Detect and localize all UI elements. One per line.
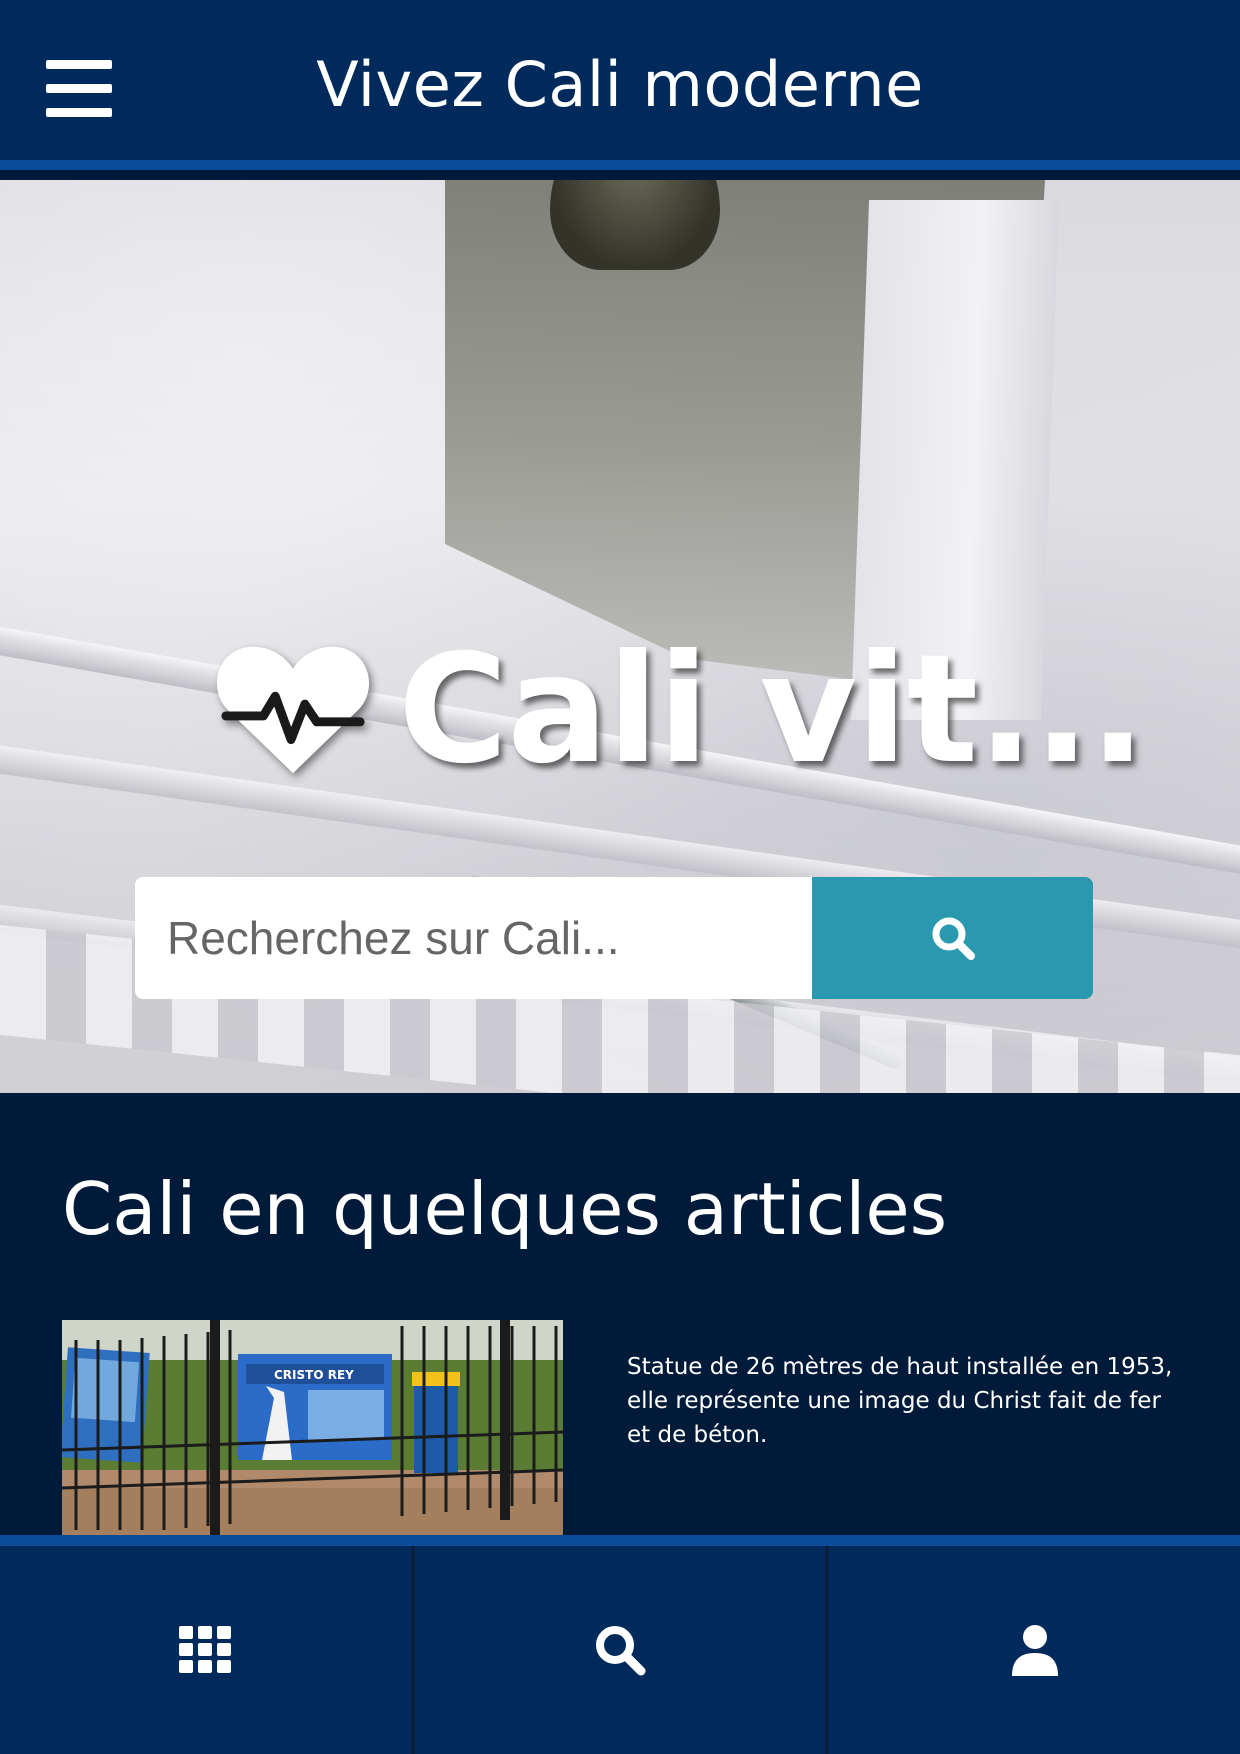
articles-section: Cali en quelques articles CRISTO REY Sta… (0, 1093, 1240, 1543)
user-icon (1011, 1625, 1058, 1676)
article-thumbnail[interactable]: CRISTO REY (62, 1320, 563, 1535)
nav-profile-button[interactable] (825, 1546, 1240, 1754)
hero-banner: Cali vit... (0, 180, 1240, 1093)
hero-title: Cali vit... (214, 623, 1146, 797)
search-input[interactable] (135, 877, 812, 999)
page: Vivez Cali moderne Cali vit... Recherche… (0, 0, 1240, 1754)
section-title: Cali en quelques articles (62, 1167, 948, 1251)
nav-grid-button[interactable] (0, 1546, 411, 1754)
grid-icon (179, 1626, 232, 1673)
heart-pulse-icon (216, 646, 370, 774)
article-item[interactable]: CRISTO REY Statue de 26 mètres de haut i… (62, 1320, 1182, 1540)
app-header: Vivez Cali moderne (0, 0, 1240, 170)
search-icon (932, 917, 975, 960)
bell-image (550, 180, 720, 270)
search-icon (596, 1626, 646, 1676)
bottom-navigation (0, 1535, 1240, 1754)
thumb-sign-text: CRISTO REY (274, 1368, 354, 1382)
article-description: Statue de 26 mètres de haut installée en… (627, 1354, 1173, 1448)
search-button[interactable] (812, 877, 1093, 999)
nav-search-button[interactable] (410, 1546, 826, 1754)
app-title: Vivez Cali moderne (316, 48, 924, 121)
cristo-rey-photo: CRISTO REY (62, 1320, 563, 1535)
search-bar (135, 877, 1093, 999)
hero-title-text: Cali vit... (398, 623, 1146, 797)
